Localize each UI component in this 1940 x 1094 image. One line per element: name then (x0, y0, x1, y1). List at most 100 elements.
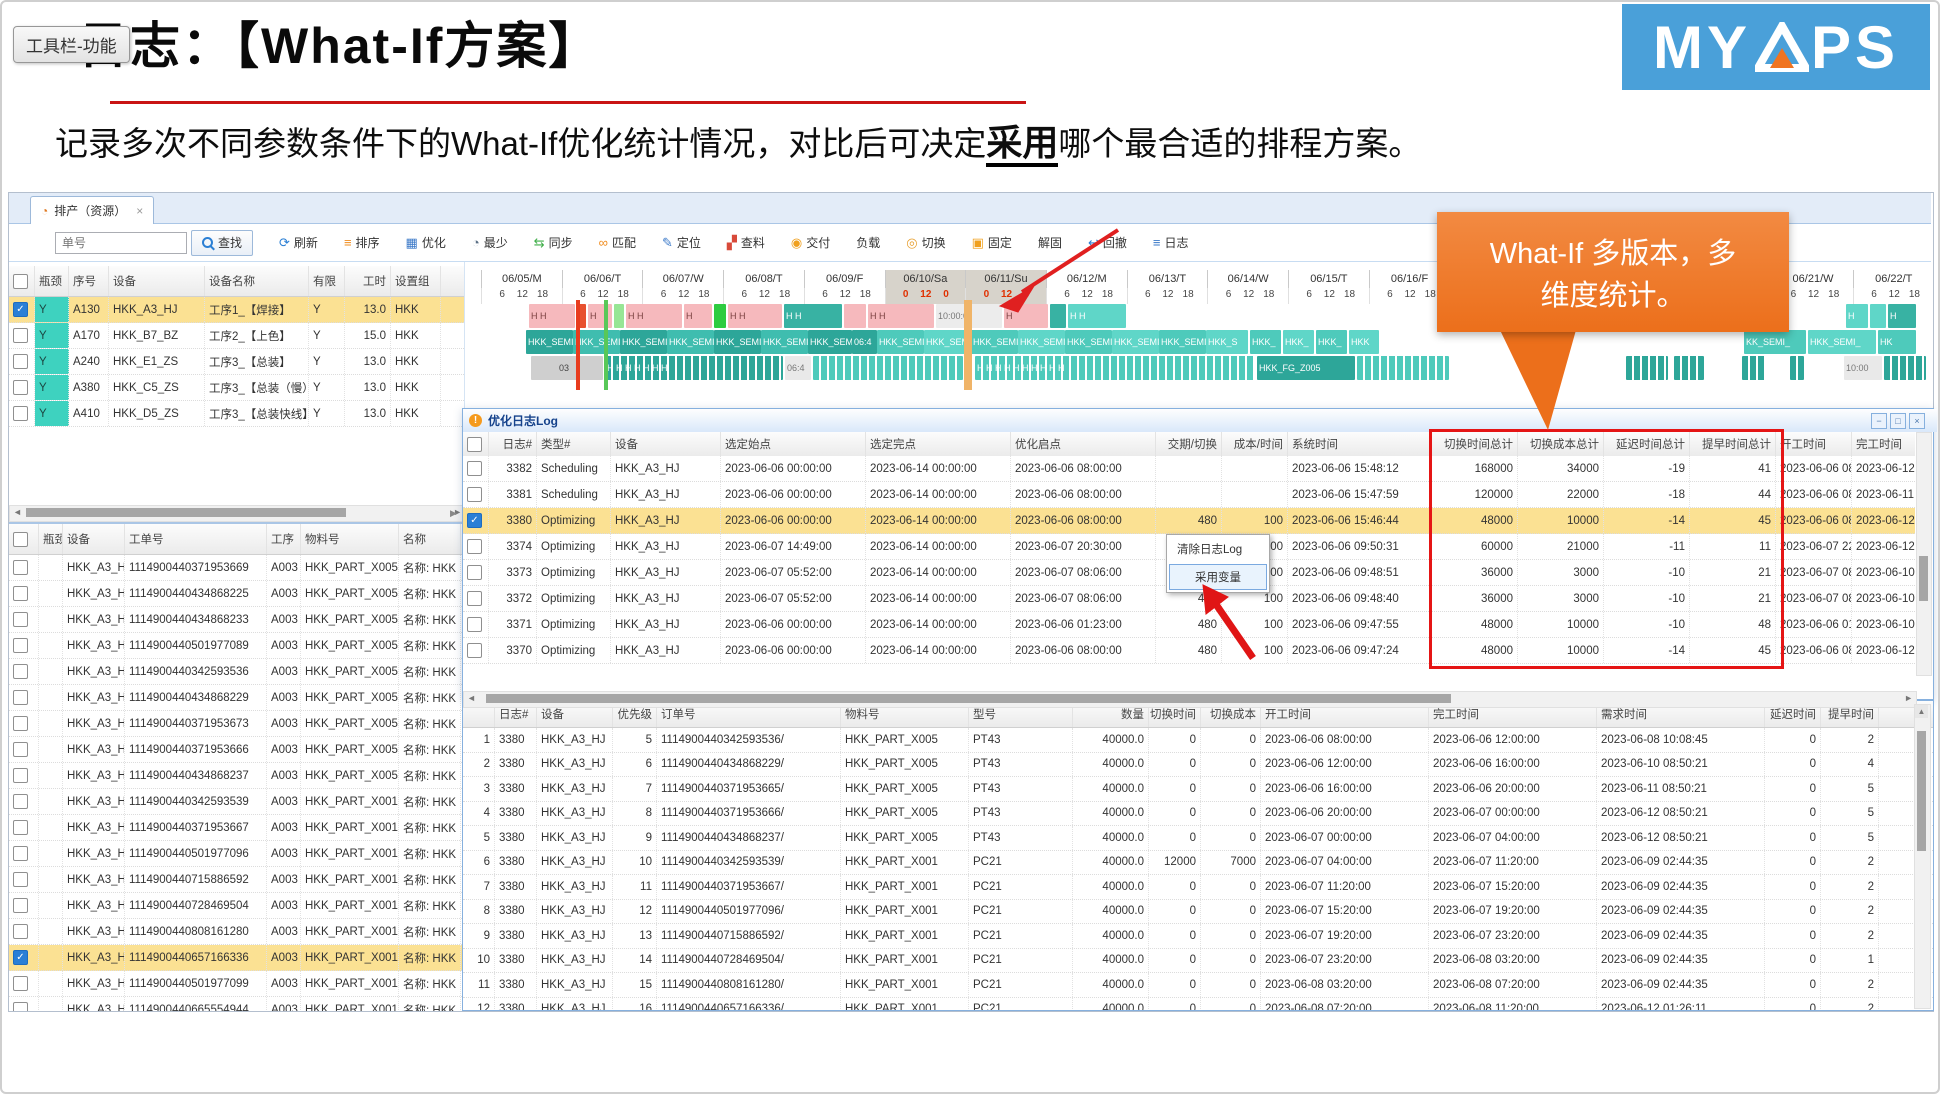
toolbar-button-同步[interactable]: ⇆同步 (534, 234, 573, 251)
detail-row[interactable]: 103380HKK_A3_HJ141114900440728469504/HKK… (463, 949, 1933, 974)
select-all-checkbox[interactable] (467, 437, 482, 452)
row-checkbox[interactable] (13, 794, 28, 809)
gantt-bar[interactable] (1050, 304, 1066, 328)
gantt-bar[interactable]: HK (1878, 330, 1916, 354)
row-checkbox[interactable] (13, 846, 28, 861)
row-checkbox[interactable] (13, 638, 28, 653)
resource-hscrollbar[interactable]: ◄► (9, 505, 466, 522)
row-checkbox[interactable]: ✓ (13, 950, 28, 965)
log-row[interactable]: 3382SchedulingHKK_A3_HJ2023-06-06 00:00:… (463, 456, 1915, 482)
row-checkbox[interactable] (467, 461, 482, 476)
gantt-bar[interactable]: HKK (1349, 330, 1379, 354)
gantt-bar[interactable] (1884, 356, 1926, 380)
resource-row[interactable]: YA240HKK_E1_ZS工序3_【总装】Y13.0HKK (9, 349, 464, 375)
tab-close-icon[interactable]: × (136, 204, 143, 218)
resource-row[interactable]: ✓YA130HKK_A3_HJ工序1_【焊接】Y13.0HKK (9, 297, 464, 323)
gantt-bar[interactable]: HKK_FG_Z005 (1257, 356, 1355, 380)
gantt-bar[interactable]: HKK_SEMI_ (667, 330, 714, 354)
row-checkbox[interactable]: ✓ (467, 513, 482, 528)
workorder-row[interactable]: HKK_A3_HJ1114900440371953667A003HKK_PART… (9, 815, 464, 841)
workorder-row[interactable]: HKK_A3_HJ1114900440342593536A003HKK_PART… (9, 659, 464, 685)
detail-row[interactable]: 63380HKK_A3_HJ101114900440342593539/HKK_… (463, 851, 1933, 876)
gantt-bar[interactable] (1674, 356, 1704, 380)
tab-scheduling-resource[interactable]: ◔ 排产（资源） × (30, 196, 154, 224)
gantt-bar[interactable]: HKK_ (1250, 330, 1281, 354)
log-row[interactable]: ✓3380OptimizingHKK_A3_HJ2023-06-06 00:00… (463, 508, 1915, 534)
detail-row[interactable]: 93380HKK_A3_HJ131114900440715886592/HKK_… (463, 924, 1933, 949)
gantt-bar[interactable]: 06:4 (785, 356, 811, 380)
detail-row[interactable]: 43380HKK_A3_HJ81114900440371953666/HKK_P… (463, 802, 1933, 827)
row-checkbox[interactable] (467, 643, 482, 658)
row-checkbox[interactable] (13, 690, 28, 705)
minimize-icon[interactable]: − (1871, 413, 1887, 429)
row-checkbox[interactable]: ✓ (13, 302, 28, 317)
gantt-bar[interactable]: H H (784, 304, 842, 328)
workorder-row[interactable]: HKK_A3_HJ1114900440434868229A003HKK_PART… (9, 685, 464, 711)
gantt-bar[interactable]: HKK_SEMI_ (1112, 330, 1159, 354)
gantt-bar[interactable]: HKK_SEMI_ (1018, 330, 1065, 354)
log-row[interactable]: 3381SchedulingHKK_A3_HJ2023-06-06 00:00:… (463, 482, 1915, 508)
gantt-bar[interactable]: KK_SEMI_ (1744, 330, 1806, 354)
gantt-bar[interactable]: HKK_ (1316, 330, 1347, 354)
gantt-bar[interactable]: H (1004, 304, 1048, 328)
workorder-row[interactable]: ✓HKK_A3_HJ1114900440657166336A003HKK_PAR… (9, 945, 464, 971)
row-checkbox[interactable] (13, 586, 28, 601)
log-row[interactable]: 3371OptimizingHKK_A3_HJ2023-06-06 00:00:… (463, 612, 1915, 638)
row-checkbox[interactable] (13, 380, 28, 395)
toolbar-button-最少[interactable]: ◔最少 (472, 234, 508, 251)
select-all-checkbox[interactable] (13, 532, 28, 547)
row-checkbox[interactable] (467, 487, 482, 502)
gantt-bar[interactable]: H H (728, 304, 782, 328)
gantt-bar[interactable]: HKK_SEMI_ (620, 330, 667, 354)
row-checkbox[interactable] (467, 539, 482, 554)
toolbar-button-切换[interactable]: ◎切换 (906, 234, 945, 251)
row-checkbox[interactable] (467, 591, 482, 606)
row-checkbox[interactable] (13, 328, 28, 343)
row-checkbox[interactable] (13, 354, 28, 369)
workorder-row[interactable]: HKK_A3_HJ1114900440501977096A003HKK_PART… (9, 841, 464, 867)
gantt-bar[interactable]: HKK_SEMI_ (1808, 330, 1876, 354)
detail-row[interactable]: 83380HKK_A3_HJ121114900440501977096/HKK_… (463, 900, 1933, 925)
gantt-bar[interactable] (844, 304, 866, 328)
log-vscrollbar[interactable] (1916, 432, 1932, 676)
workorder-row[interactable]: HKK_A3_HJ1114900440665554944A003HKK_PART… (9, 997, 464, 1011)
gantt-bar[interactable]: H (684, 304, 712, 328)
row-checkbox[interactable] (13, 872, 28, 887)
gantt-bar[interactable] (1742, 356, 1766, 380)
row-checkbox[interactable] (13, 924, 28, 939)
toolbar-button-优化[interactable]: ▦优化 (406, 234, 446, 251)
detail-row[interactable]: 113380HKK_A3_HJ151114900440808161280/HKK… (463, 973, 1933, 998)
gantt-bar[interactable] (1790, 356, 1804, 380)
row-checkbox[interactable] (467, 617, 482, 632)
gantt-bar[interactable] (614, 304, 624, 328)
workorder-row[interactable]: HKK_A3_HJ1114900440715886592A003HKK_PART… (9, 867, 464, 893)
gantt-bar[interactable]: HKK_SEMI_ (714, 330, 761, 354)
gantt-bar[interactable] (813, 356, 963, 380)
row-checkbox[interactable] (467, 565, 482, 580)
row-checkbox[interactable] (13, 898, 28, 913)
log-hscrollbar[interactable]: ◄► (463, 691, 1917, 708)
row-checkbox[interactable] (13, 976, 28, 991)
gantt-bar[interactable] (714, 304, 726, 328)
toolbar-button-定位[interactable]: ✎定位 (662, 234, 701, 251)
detail-row[interactable]: 13380HKK_A3_HJ51114900440342593536/HKK_P… (463, 728, 1933, 753)
detail-row[interactable]: 123380HKK_A3_HJ161114900440657166336/HKK… (463, 998, 1933, 1012)
workorder-row[interactable]: HKK_A3_HJ1114900440501977099A003HKK_PART… (9, 971, 464, 997)
menu-item-clear-log[interactable]: 清除日志Log (1169, 537, 1267, 561)
row-checkbox[interactable] (13, 820, 28, 835)
workorder-row[interactable]: HKK_A3_HJ1114900440371953673A003HKK_PART… (9, 711, 464, 737)
gantt-bar[interactable]: HKK_SEMI_ (573, 330, 620, 354)
resource-row[interactable]: YA410HKK_D5_ZS工序3_【总装快线】Y13.0HKK (9, 401, 464, 427)
gantt-bar[interactable] (1870, 304, 1886, 328)
gantt-bar[interactable]: H H (1068, 304, 1126, 328)
resource-row[interactable]: YA380HKK_C5_ZS工序3_【总装（慢）】Y13.0HKK (9, 375, 464, 401)
workorder-row[interactable]: HKK_A3_HJ1114900440434868225A003HKK_PART… (9, 581, 464, 607)
splitter-arrow-icon[interactable]: ▶ (450, 508, 457, 519)
gantt-bar[interactable]: HKK_ (1283, 330, 1314, 354)
toolbar-button-交付[interactable]: ◉交付 (791, 234, 830, 251)
gantt-bar[interactable]: HKK_SEMI_ (877, 330, 924, 354)
detail-row[interactable]: 73380HKK_A3_HJ111114900440371953667/HKK_… (463, 875, 1933, 900)
detail-row[interactable]: 33380HKK_A3_HJ71114900440371953665/HKK_P… (463, 777, 1933, 802)
toolbar-button-查料[interactable]: ▞查料 (727, 234, 765, 251)
toolbar-button-排序[interactable]: ≡排序 (344, 234, 380, 251)
